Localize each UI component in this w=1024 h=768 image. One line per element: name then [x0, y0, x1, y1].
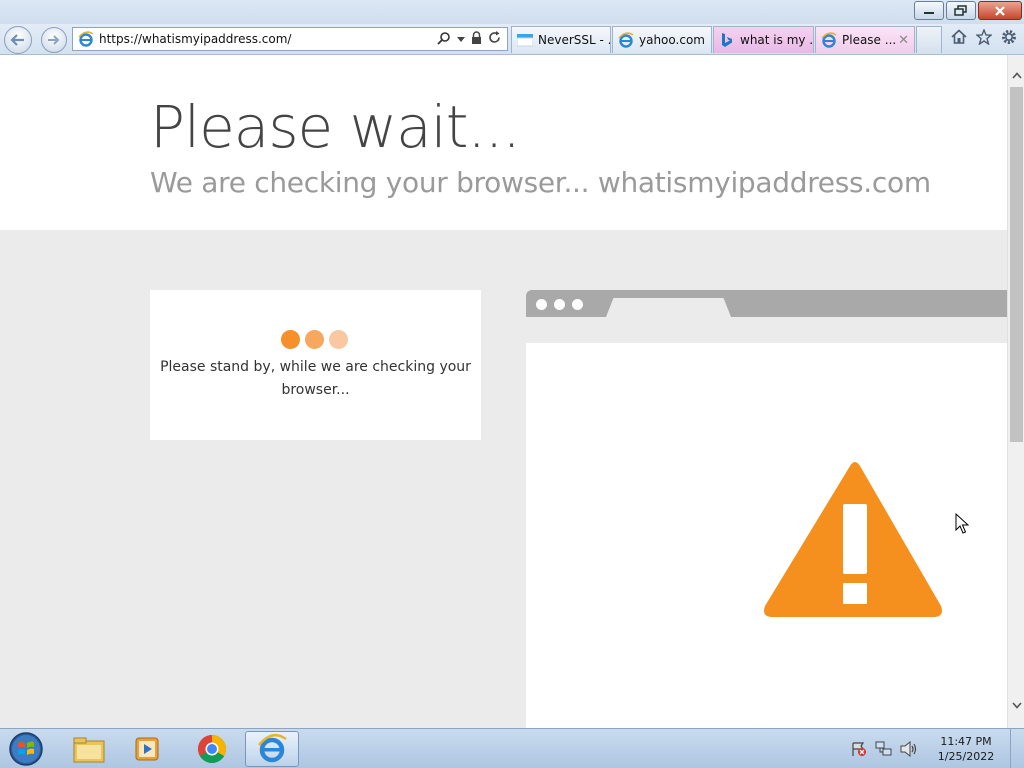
folder-icon — [73, 737, 105, 763]
tab-label: Please ... — [842, 33, 897, 47]
toolbar-right-icons — [950, 28, 1018, 46]
media-player-icon — [135, 737, 159, 761]
system-tray: 11:47 PM 1/25/2022 — [849, 729, 1024, 768]
loading-dot — [329, 330, 348, 349]
taskbar-internet-explorer[interactable] — [245, 731, 299, 767]
restore-icon — [954, 4, 967, 16]
settings-gear-icon[interactable] — [1000, 28, 1018, 46]
illustration-dot — [572, 299, 583, 310]
back-arrow-icon — [10, 34, 24, 46]
taskbar-explorer[interactable] — [62, 731, 116, 767]
illustration-body — [526, 343, 1007, 728]
windows-start-icon — [9, 732, 43, 766]
ie-page-icon — [618, 32, 634, 48]
chrome-icon — [198, 735, 226, 763]
vertical-scrollbar[interactable] — [1007, 55, 1024, 728]
internet-explorer-icon — [258, 733, 287, 763]
illustration-titlebar — [526, 290, 1007, 317]
mouse-cursor-icon — [955, 513, 969, 534]
page-subtitle: We are checking your browser... whatismy… — [150, 166, 931, 199]
volume-icon[interactable] — [899, 739, 919, 759]
minimize-icon — [924, 11, 934, 14]
url-text[interactable]: https://whatismyipaddress.com/ — [99, 32, 437, 46]
tab-yahoo[interactable]: yahoo.com — [612, 26, 712, 53]
browser-toolbar: https://whatismyipaddress.com/ NeverSSL … — [0, 24, 1024, 55]
illustration-dot — [554, 299, 565, 310]
neverssl-favicon-icon — [517, 32, 533, 48]
forward-button[interactable] — [41, 27, 67, 53]
taskbar: 11:47 PM 1/25/2022 — [0, 728, 1024, 768]
status-card: Please stand by, while we are checking y… — [150, 290, 481, 440]
action-center-flag-icon[interactable] — [849, 739, 869, 759]
back-button[interactable] — [4, 26, 32, 54]
refresh-icon[interactable] — [488, 31, 501, 47]
page-viewport: Please wait... We are checking your brow… — [0, 55, 1007, 728]
close-tab-button[interactable]: ✕ — [898, 33, 909, 48]
loading-dot — [281, 330, 300, 349]
start-button[interactable] — [6, 731, 46, 767]
home-icon[interactable] — [950, 28, 968, 46]
tab-please-wait[interactable]: Please ... ✕ — [815, 26, 915, 53]
status-message: Please stand by, while we are checking y… — [160, 359, 471, 398]
browser-illustration — [526, 290, 1007, 728]
clock-date: 1/25/2022 — [937, 750, 995, 763]
loading-indicator — [281, 330, 348, 349]
tab-label: what is my ... — [740, 33, 814, 47]
show-desktop-button[interactable] — [1010, 729, 1024, 768]
search-icon[interactable] — [437, 31, 451, 48]
window-titlebar — [0, 0, 1024, 24]
favorites-star-icon[interactable] — [975, 28, 993, 46]
new-tab-button[interactable] — [916, 26, 942, 53]
warning-icon — [764, 462, 942, 617]
clock-time: 11:47 PM — [940, 735, 992, 748]
tab-what-is-my[interactable]: what is my ... — [713, 26, 814, 53]
dropdown-arrow-icon[interactable] — [457, 32, 465, 46]
illustration-dot — [536, 299, 547, 310]
scroll-down-arrow-icon[interactable] — [1008, 697, 1024, 714]
ie-page-icon — [821, 32, 837, 48]
loading-dot — [305, 330, 324, 349]
tab-neverssl[interactable]: NeverSSL - ... — [511, 26, 611, 53]
system-clock[interactable]: 11:47 PM 1/25/2022 — [928, 734, 1004, 764]
address-bar[interactable]: https://whatismyipaddress.com/ — [72, 27, 508, 51]
forward-arrow-icon — [48, 35, 60, 45]
minimize-button[interactable] — [914, 1, 944, 20]
scrollbar-thumb[interactable] — [1010, 87, 1023, 442]
illustration-tab — [606, 298, 731, 317]
window-controls — [914, 1, 1022, 20]
restore-button[interactable] — [946, 1, 976, 20]
close-icon — [995, 5, 1005, 16]
page-header: Please wait... We are checking your brow… — [0, 55, 1007, 230]
taskbar-media-player[interactable] — [120, 731, 174, 767]
ie-page-icon — [77, 30, 95, 48]
address-tools — [437, 31, 507, 48]
lock-icon[interactable] — [471, 31, 482, 47]
taskbar-chrome[interactable] — [185, 731, 239, 767]
network-icon[interactable] — [874, 739, 894, 759]
close-window-button[interactable] — [978, 1, 1022, 20]
page-title: Please wait... — [150, 93, 521, 161]
tab-label: NeverSSL - ... — [538, 33, 611, 47]
bing-icon — [719, 32, 735, 48]
tab-label: yahoo.com — [639, 33, 705, 47]
tab-strip: NeverSSL - ... yahoo.com what is my ... … — [511, 26, 942, 54]
scroll-up-arrow-icon[interactable] — [1008, 67, 1024, 84]
